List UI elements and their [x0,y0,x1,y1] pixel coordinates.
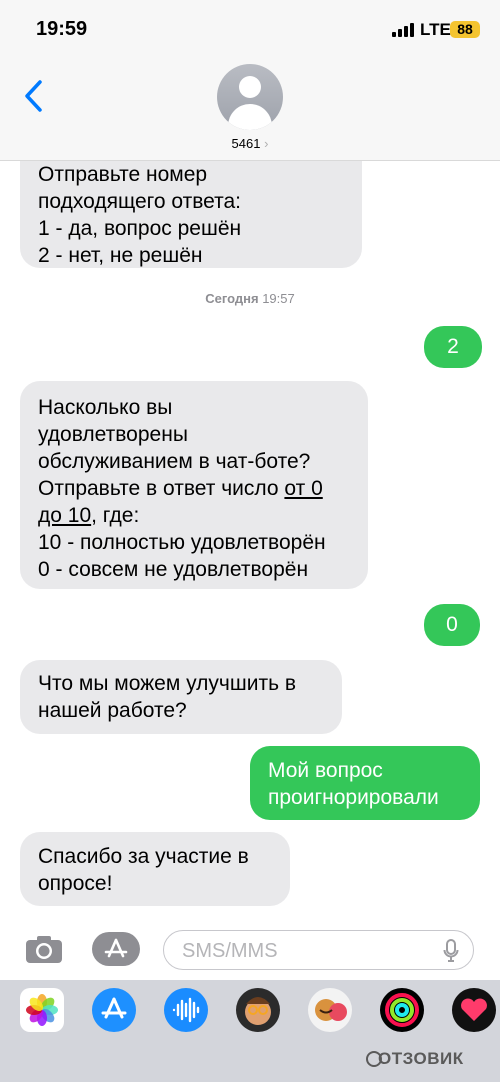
memoji-stickers-icon[interactable] [308,988,352,1032]
battery-icon: 88 [450,21,480,38]
app-store-icon [104,938,128,958]
message-input[interactable] [180,939,434,964]
chevron-left-icon [25,80,42,112]
app-store-icon[interactable] [92,988,136,1032]
status-time: 19:59 [36,18,88,40]
signal-strength-icon [392,23,414,37]
activity-icon[interactable] [380,988,424,1032]
camera-button[interactable] [24,934,64,964]
message-bubble-incoming[interactable]: Что мы можем улучшить в нашей работе? [20,660,342,734]
message-bubble-outgoing[interactable]: Мой вопрос проигнорировали [250,746,480,820]
contact-avatar[interactable] [217,64,283,130]
message-bubble-incoming[interactable]: Насколько вы удовлетворены обслуживанием… [20,381,368,589]
camera-icon [26,936,62,963]
link[interactable]: до 10 [38,504,91,527]
photos-icon[interactable] [20,988,64,1032]
audio-messages-icon[interactable] [164,988,208,1032]
conversation-header: 19:59 LTE 88 5461 › [0,0,500,161]
network-type: LTE [420,20,451,39]
back-button[interactable] [20,76,50,116]
link[interactable]: от 0 [284,477,322,500]
contact-name[interactable]: 5461 › [0,136,500,151]
timestamp: Сегодня 19:57 [205,291,295,306]
memoji-icon[interactable] [236,988,280,1032]
chevron-right-icon: › [264,136,269,151]
compose-bar [0,920,500,980]
microphone-icon[interactable] [443,939,459,963]
contact-number: 5461 [231,136,261,151]
message-bubble-incoming[interactable]: Спасибо за участие в опросе! [20,832,290,906]
message-bubble-outgoing[interactable]: 2 [424,326,482,368]
heart-digital-touch-icon[interactable] [452,988,496,1032]
apps-button[interactable] [92,932,140,966]
watermark: ОТЗОВИК [378,1049,464,1068]
message-bubble-outgoing[interactable]: 0 [424,604,480,646]
message-field[interactable] [163,930,474,970]
